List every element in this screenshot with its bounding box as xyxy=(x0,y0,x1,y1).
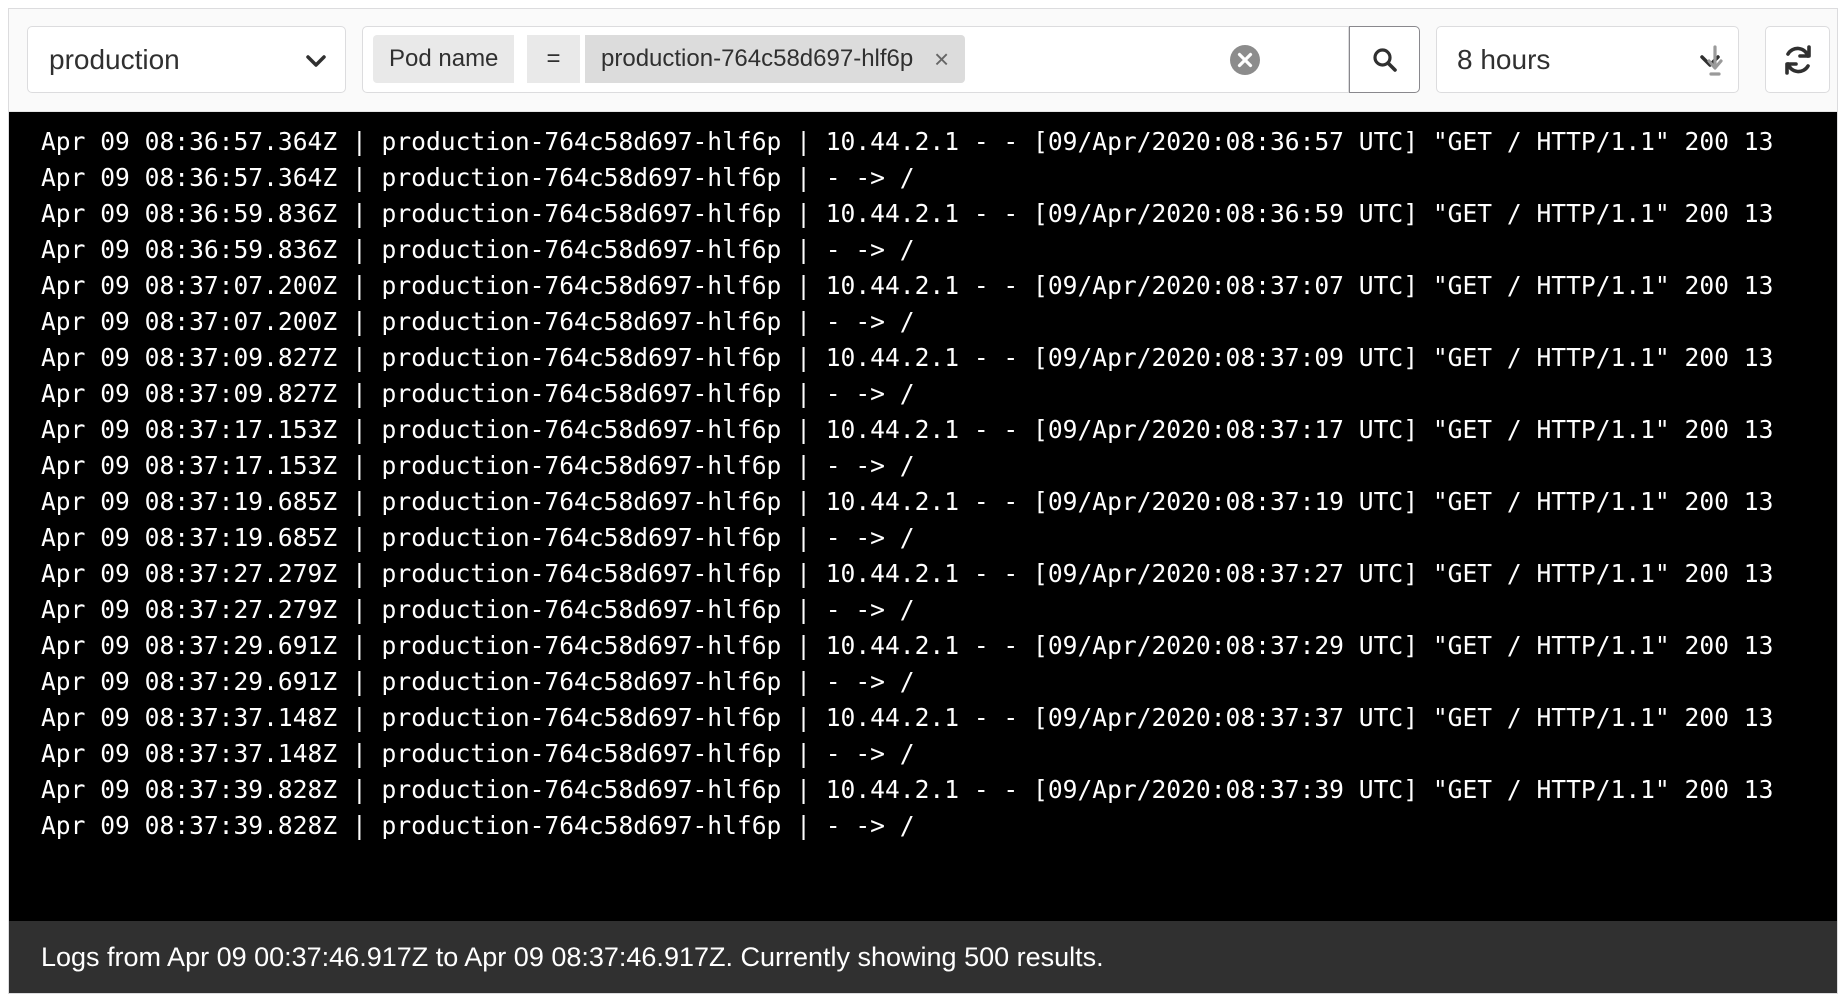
search-button[interactable] xyxy=(1349,26,1420,93)
log-line: Apr 09 08:37:07.200Z | production-764c58… xyxy=(41,307,915,336)
refresh-icon xyxy=(1785,45,1811,75)
log-line: Apr 09 08:36:57.364Z | production-764c58… xyxy=(41,127,1774,156)
filter-token-operator[interactable]: = xyxy=(527,35,580,83)
log-line: Apr 09 08:37:27.279Z | production-764c58… xyxy=(41,595,915,624)
log-line: Apr 09 08:37:37.148Z | production-764c58… xyxy=(41,703,1774,732)
log-line: Apr 09 08:37:19.685Z | production-764c58… xyxy=(41,487,1774,516)
log-line: Apr 09 08:37:37.148Z | production-764c58… xyxy=(41,739,915,768)
log-line: Apr 09 08:36:59.836Z | production-764c58… xyxy=(41,235,915,264)
filter-token-key[interactable]: Pod name xyxy=(373,35,515,83)
logs-toolbar: production Pod name = production-764c58d… xyxy=(9,9,1837,112)
clear-circle-icon[interactable] xyxy=(1229,44,1261,76)
environment-dropdown[interactable]: production xyxy=(27,26,346,93)
log-output[interactable]: Apr 09 08:36:57.364Z | production-764c58… xyxy=(9,112,1837,921)
log-line: Apr 09 08:37:17.153Z | production-764c58… xyxy=(41,451,915,480)
log-line: Apr 09 08:37:07.200Z | production-764c58… xyxy=(41,271,1774,300)
filtered-search-input[interactable]: Pod name = production-764c58d697-hlf6p × xyxy=(362,26,1349,93)
search-icon xyxy=(1373,48,1397,72)
arrow-down-to-line-icon[interactable] xyxy=(1697,41,1733,81)
filter-token-value-text: production-764c58d697-hlf6p xyxy=(601,45,914,72)
environment-dropdown-label: production xyxy=(49,44,180,75)
remove-token-icon[interactable]: × xyxy=(934,35,949,83)
chevron-down-icon xyxy=(306,55,326,67)
log-line: Apr 09 08:37:27.279Z | production-764c58… xyxy=(41,559,1774,588)
log-line: Apr 09 08:37:09.827Z | production-764c58… xyxy=(41,379,915,408)
log-line: Apr 09 08:37:29.691Z | production-764c58… xyxy=(41,667,915,696)
log-line: Apr 09 08:36:57.364Z | production-764c58… xyxy=(41,163,915,192)
log-status-bar: Logs from Apr 09 00:37:46.917Z to Apr 09… xyxy=(9,921,1837,993)
log-line: Apr 09 08:37:39.828Z | production-764c58… xyxy=(41,775,1774,804)
log-status-text: Logs from Apr 09 00:37:46.917Z to Apr 09… xyxy=(41,942,1104,972)
log-line: Apr 09 08:37:17.153Z | production-764c58… xyxy=(41,415,1774,444)
logs-viewer: production Pod name = production-764c58d… xyxy=(8,8,1838,994)
filter-token-value[interactable]: production-764c58d697-hlf6p × xyxy=(585,35,966,83)
log-line: Apr 09 08:37:19.685Z | production-764c58… xyxy=(41,523,915,552)
log-line: Apr 09 08:37:09.827Z | production-764c58… xyxy=(41,343,1774,372)
log-line: Apr 09 08:37:39.828Z | production-764c58… xyxy=(41,811,915,840)
time-range-dropdown-label: 8 hours xyxy=(1457,44,1551,75)
refresh-button[interactable] xyxy=(1765,26,1830,93)
log-line: Apr 09 08:36:59.836Z | production-764c58… xyxy=(41,199,1774,228)
log-line: Apr 09 08:37:29.691Z | production-764c58… xyxy=(41,631,1774,660)
time-range-dropdown[interactable]: 8 hours xyxy=(1436,26,1739,93)
